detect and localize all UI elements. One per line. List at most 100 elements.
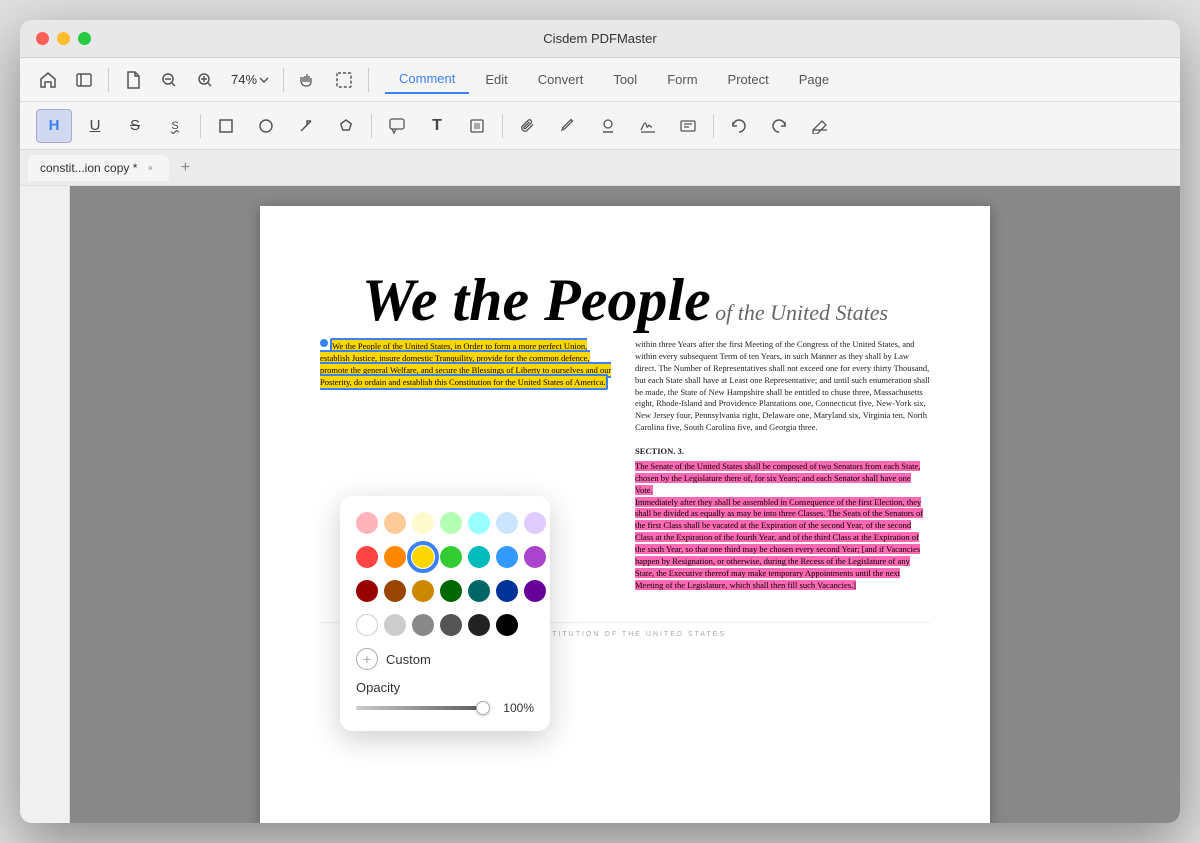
color-swatch-purple-light[interactable]	[524, 512, 546, 534]
zoom-out-button[interactable]	[153, 64, 185, 96]
color-swatch-yellow-light[interactable]	[412, 512, 434, 534]
color-swatch-red[interactable]	[356, 546, 378, 568]
pdf-view-area[interactable]: We the People of the United States We th…	[70, 186, 1180, 823]
color-swatch-purple[interactable]	[524, 546, 546, 568]
close-button[interactable]	[36, 32, 49, 45]
color-grid-light	[356, 512, 534, 534]
tab-edit[interactable]: Edit	[471, 66, 521, 93]
add-custom-color-icon[interactable]: +	[356, 648, 378, 670]
undo-button[interactable]	[722, 109, 756, 143]
color-swatch-dark-teal[interactable]	[468, 580, 490, 602]
pdf-title-area: We the People of the United States	[320, 266, 930, 335]
color-swatch-blue-light[interactable]	[496, 512, 518, 534]
tab-convert[interactable]: Convert	[524, 66, 598, 93]
ellipse-tool-button[interactable]	[249, 109, 283, 143]
signature-tool-button[interactable]	[631, 109, 665, 143]
color-swatch-yellow-selected[interactable]	[412, 546, 434, 568]
color-swatch-white[interactable]	[356, 614, 378, 636]
color-picker-popup: + Custom Opacity 100%	[340, 496, 550, 731]
home-icon[interactable]	[32, 64, 64, 96]
document-tab[interactable]: constit...ion copy * ×	[28, 155, 169, 181]
color-swatch-midgray[interactable]	[412, 614, 434, 636]
marquee-tool-icon[interactable]	[328, 64, 360, 96]
polygon-tool-button[interactable]	[329, 109, 363, 143]
color-swatch-dark-purple[interactable]	[524, 580, 546, 602]
eraser-button[interactable]	[802, 109, 836, 143]
highlighted-text-yellow: We the People of the United States, in O…	[320, 338, 611, 390]
toolbar: H U S S T	[20, 102, 1180, 150]
zoom-in-button[interactable]	[189, 64, 221, 96]
zoom-control[interactable]: 74%	[225, 72, 275, 87]
highlighted-text-pink-2: Immediately after they shall be assemble…	[635, 497, 923, 590]
area-tool-button[interactable]	[460, 109, 494, 143]
separator-1	[108, 68, 109, 92]
redo-button[interactable]	[762, 109, 796, 143]
pdf-col-right: within three Years after the first Meeti…	[635, 339, 930, 592]
highlighted-text-pink-1: The Senate of the United States shall be…	[635, 461, 920, 495]
toolbar-sep-1	[200, 114, 201, 138]
tabbar: constit...ion copy * × +	[20, 150, 1180, 186]
color-swatch-green-light[interactable]	[440, 512, 462, 534]
toolbar-sep-2	[371, 114, 372, 138]
color-swatch-orange-light[interactable]	[384, 512, 406, 534]
tab-close-button[interactable]: ×	[143, 161, 157, 175]
rectangle-tool-button[interactable]	[209, 109, 243, 143]
color-swatch-green[interactable]	[440, 546, 462, 568]
opacity-label: Opacity	[356, 680, 534, 695]
color-swatch-blue[interactable]	[496, 546, 518, 568]
redact-tool-button[interactable]	[671, 109, 705, 143]
tab-comment[interactable]: Comment	[385, 65, 469, 94]
main-content: We the People of the United States We th…	[20, 186, 1180, 823]
toolbar-sep-4	[713, 114, 714, 138]
color-grid-dark	[356, 580, 534, 602]
opacity-slider-thumb[interactable]	[476, 701, 490, 715]
color-swatch-orange[interactable]	[384, 546, 406, 568]
underline-tool-button[interactable]: U	[78, 109, 112, 143]
pencil-tool-button[interactable]	[551, 109, 585, 143]
hand-tool-icon[interactable]	[292, 64, 324, 96]
highlight-tool-button[interactable]: H	[36, 109, 72, 143]
left-sidebar	[20, 186, 70, 823]
color-grid-vivid	[356, 546, 534, 568]
pdf-page: We the People of the United States We th…	[260, 206, 990, 823]
color-swatch-dark-orange[interactable]	[412, 580, 434, 602]
color-swatch-dark-red[interactable]	[356, 580, 378, 602]
paperclip-tool-button[interactable]	[511, 109, 545, 143]
squiggly-tool-button[interactable]: S	[158, 109, 192, 143]
menubar: 74% Comment Edit	[20, 58, 1180, 102]
tab-page[interactable]: Page	[785, 66, 843, 93]
color-swatch-darkgray[interactable]	[440, 614, 462, 636]
color-swatch-dark-green[interactable]	[440, 580, 462, 602]
color-swatch-pink-light[interactable]	[356, 512, 378, 534]
separator-2	[283, 68, 284, 92]
strikethrough-tool-button[interactable]: S	[118, 109, 152, 143]
stamp-tool-button[interactable]	[591, 109, 625, 143]
zoom-value: 74%	[231, 72, 257, 87]
color-swatch-cyan-light[interactable]	[468, 512, 490, 534]
color-swatch-black[interactable]	[496, 614, 518, 636]
new-tab-button[interactable]: +	[173, 156, 197, 180]
arrow-tool-button[interactable]	[289, 109, 323, 143]
callout-tool-button[interactable]	[380, 109, 414, 143]
color-swatch-teal[interactable]	[468, 546, 490, 568]
tab-form[interactable]: Form	[653, 66, 711, 93]
color-swatch-verydarkgray[interactable]	[468, 614, 490, 636]
col-right-text-1: within three Years after the first Meeti…	[635, 339, 930, 432]
document-icon[interactable]	[117, 64, 149, 96]
color-swatch-lightgray[interactable]	[384, 614, 406, 636]
minimize-button[interactable]	[57, 32, 70, 45]
nav-tabs: Comment Edit Convert Tool Form Protect P…	[385, 65, 843, 94]
opacity-control-area: Opacity 100%	[356, 680, 534, 715]
traffic-lights	[36, 32, 91, 45]
tab-protect[interactable]: Protect	[714, 66, 783, 93]
custom-color-row[interactable]: + Custom	[356, 648, 534, 670]
custom-color-label: Custom	[386, 652, 431, 667]
sidebar-icon[interactable]	[68, 64, 100, 96]
opacity-slider[interactable]	[356, 706, 490, 710]
maximize-button[interactable]	[78, 32, 91, 45]
text-tool-button[interactable]: T	[420, 109, 454, 143]
tab-tool[interactable]: Tool	[599, 66, 651, 93]
color-swatch-dark-brown[interactable]	[384, 580, 406, 602]
opacity-slider-row: 100%	[356, 701, 534, 715]
color-swatch-dark-blue[interactable]	[496, 580, 518, 602]
